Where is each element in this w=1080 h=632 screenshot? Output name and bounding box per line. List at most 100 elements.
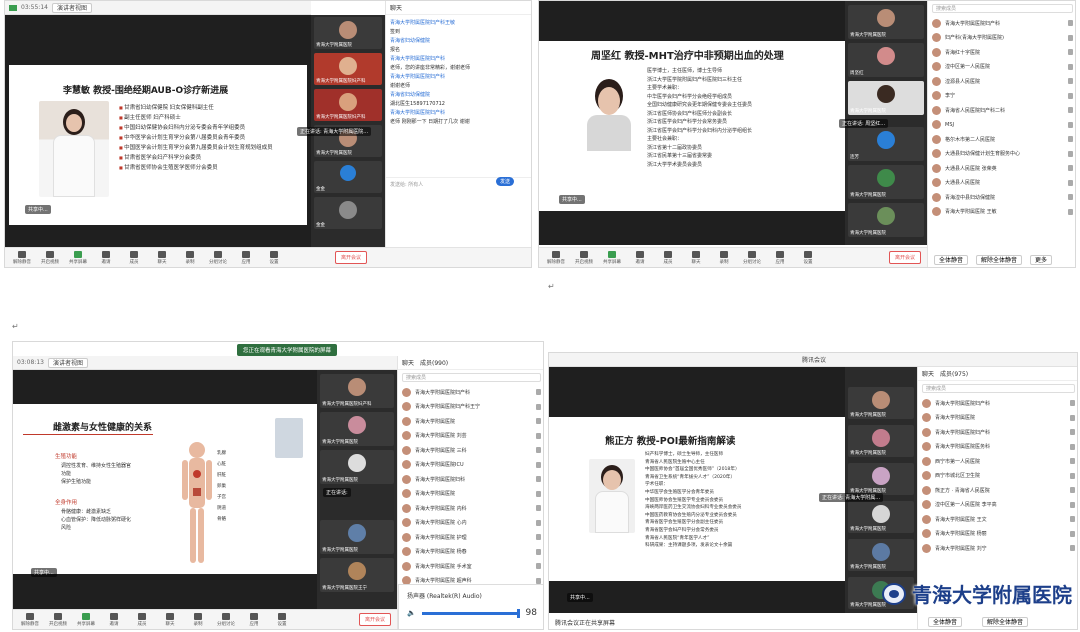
video-tile[interactable]: 青海大学附属医院妇产科 xyxy=(314,53,382,85)
member-row[interactable]: 妇产科(青海大学附属医院) xyxy=(928,31,1075,46)
invite-button[interactable]: 邀请 xyxy=(629,250,651,265)
member-search-input[interactable]: 搜索成员 xyxy=(402,373,541,382)
breakout-button[interactable]: 分组讨论 xyxy=(741,250,763,265)
mute-all-button[interactable]: 全体静音 xyxy=(934,255,969,265)
leave-meeting-button[interactable]: 离开会议 xyxy=(888,251,921,264)
mute-button[interactable]: 解除静音 xyxy=(11,250,33,265)
member-search-input[interactable]: 搜索成员 xyxy=(932,4,1073,13)
mute-all-button[interactable]: 全体静音 xyxy=(928,617,963,627)
video-tile[interactable]: 金金 xyxy=(314,161,382,193)
invite-button[interactable]: 邀请 xyxy=(95,250,117,265)
apps-button[interactable]: 应用 xyxy=(243,612,265,627)
member-row[interactable]: 大通县人民医院 xyxy=(928,176,1075,191)
invite-button[interactable]: 邀请 xyxy=(103,612,125,627)
member-row[interactable]: 青海大学附属医院 心内 xyxy=(398,516,543,531)
video-button[interactable]: 开启视频 xyxy=(47,612,69,627)
video-tile[interactable]: 青海大学附属医院 xyxy=(848,463,914,495)
video-button[interactable]: 开启视频 xyxy=(39,250,61,265)
member-row[interactable]: 李宁 xyxy=(928,89,1075,104)
member-row[interactable]: 青海大学附属医院妇产科 xyxy=(398,385,543,400)
member-row[interactable]: 青海红十字医院 xyxy=(928,45,1075,60)
member-row[interactable]: 青海大学附属医院 手术室 xyxy=(398,559,543,574)
member-row[interactable]: 西宁市第一人民医院 xyxy=(918,454,1077,469)
member-row[interactable]: 湟中区第一人民医院 xyxy=(928,60,1075,75)
send-button[interactable]: 发送 xyxy=(496,177,515,186)
member-search-input[interactable]: 搜索成员 xyxy=(922,384,1075,393)
member-row[interactable]: 青海湟中县妇幼保健院 xyxy=(928,190,1075,205)
apps-button[interactable]: 应用 xyxy=(235,250,257,265)
members-button[interactable]: 成员 xyxy=(123,250,145,265)
members-button[interactable]: 成员 xyxy=(131,612,153,627)
breakout-button[interactable]: 分组讨论 xyxy=(215,612,237,627)
share-button[interactable]: 共享屏幕 xyxy=(67,250,89,265)
breakout-button[interactable]: 分组讨论 xyxy=(207,250,229,265)
member-row[interactable]: 青海大学附属医院妇产科 xyxy=(918,425,1077,440)
member-row[interactable]: 青海大学附属医院 xyxy=(398,487,543,502)
member-row[interactable]: 青海大学附属医院 三科 xyxy=(398,443,543,458)
video-tile[interactable]: 青海大学附属医院 xyxy=(848,501,914,533)
chat-button[interactable]: 聊天 xyxy=(151,250,173,265)
video-tile[interactable]: 青海大学附属医院 xyxy=(848,165,924,199)
record-button[interactable]: 录制 xyxy=(713,250,735,265)
view-toggle-button[interactable]: 演讲者视图 xyxy=(47,357,88,368)
member-row[interactable]: 湟源县人民医院 xyxy=(928,74,1075,89)
video-tile[interactable]: 青海大学附属医院 xyxy=(848,425,914,457)
chat-tab[interactable]: 聊天 xyxy=(922,369,934,378)
member-row[interactable]: 青海大学附属医院 杨春 xyxy=(398,545,543,560)
member-row[interactable]: 青海大学附属医院妇产科王宁 xyxy=(398,400,543,415)
member-row[interactable]: 青海大学附属医院 刘宁 xyxy=(918,541,1077,556)
video-tile[interactable]: 连芳 xyxy=(848,127,924,161)
video-tile[interactable]: 青海大学附属医院 xyxy=(848,203,924,237)
member-row[interactable]: 青海大学附属医院 护理 xyxy=(398,530,543,545)
share-button[interactable]: 共享屏幕 xyxy=(601,250,623,265)
settings-button[interactable]: 设置 xyxy=(797,250,819,265)
member-row[interactable]: 大通县人民医院 张荣英 xyxy=(928,161,1075,176)
mute-button[interactable]: 解除静音 xyxy=(545,250,567,265)
member-row[interactable]: 青海大学附属医院妇产科 xyxy=(918,396,1077,411)
share-button[interactable]: 共享屏幕 xyxy=(75,612,97,627)
member-row[interactable]: 西宁市城北区卫生院 xyxy=(918,469,1077,484)
member-row[interactable]: 青海大学附属医院 杨丽 xyxy=(918,527,1077,542)
member-row[interactable]: 湟中区第一人民医院 李平高 xyxy=(918,498,1077,513)
video-tile[interactable]: 青海大学附属医院 xyxy=(848,387,914,419)
mute-button[interactable]: 解除静音 xyxy=(19,612,41,627)
chat-button[interactable]: 聊天 xyxy=(159,612,181,627)
member-row[interactable]: 青海大学附属医院妇科 xyxy=(398,472,543,487)
record-button[interactable]: 录制 xyxy=(179,250,201,265)
video-tile[interactable]: 青海大学附属医院 xyxy=(320,450,394,484)
member-row[interactable]: 青海大学附属医院 xyxy=(918,411,1077,426)
volume-slider[interactable] xyxy=(421,608,520,618)
unmute-all-button[interactable]: 解除全体静音 xyxy=(982,617,1029,627)
settings-button[interactable]: 设置 xyxy=(271,612,293,627)
view-toggle-button[interactable]: 演讲者视图 xyxy=(51,2,92,13)
video-tile[interactable]: 周坚红 xyxy=(848,43,924,77)
members-button[interactable]: 成员 xyxy=(657,250,679,265)
video-tile[interactable]: 青海大学附属医院 xyxy=(848,539,914,571)
chat-button[interactable]: 聊天 xyxy=(685,250,707,265)
settings-button[interactable]: 设置 xyxy=(263,250,285,265)
more-button[interactable]: 更多 xyxy=(1030,255,1053,265)
video-button[interactable]: 开启视频 xyxy=(573,250,595,265)
member-row[interactable]: 青海大学附属医院ICU xyxy=(398,458,543,473)
chat-tab[interactable]: 聊天 xyxy=(390,3,402,12)
leave-meeting-button[interactable]: 离开会议 xyxy=(358,613,391,626)
video-tile[interactable]: 青海大学附属医院王宁 xyxy=(320,558,394,592)
member-row[interactable]: 青海省人民医院妇产科二科 xyxy=(928,103,1075,118)
apps-button[interactable]: 应用 xyxy=(769,250,791,265)
chat-tab[interactable]: 聊天 xyxy=(402,358,414,367)
video-tile[interactable]: 青海大学附属医院 xyxy=(320,412,394,446)
video-tile[interactable]: 青海大学附属医院 xyxy=(314,17,382,49)
leave-meeting-button[interactable]: 离开会议 xyxy=(334,251,367,264)
member-row[interactable]: 青海大学附属医院 王敏 xyxy=(928,205,1075,220)
members-tab[interactable]: 成员(990) xyxy=(420,358,448,367)
members-tab[interactable]: 成员(975) xyxy=(940,369,968,378)
video-tile[interactable]: 金金 xyxy=(314,197,382,229)
member-row[interactable]: 青海大学附属医院医务科 xyxy=(918,440,1077,455)
video-tile[interactable]: 青海大学附属医院妇产科 xyxy=(320,374,394,408)
video-tile[interactable]: 青海大学附属医院妇产科 xyxy=(314,89,382,121)
member-row[interactable]: 青海大学附属医院 内科 xyxy=(398,501,543,516)
member-row[interactable]: 熊正方 · 青海省人民医院 xyxy=(918,483,1077,498)
member-row[interactable]: 大通县妇幼保健计划生育服务中心 xyxy=(928,147,1075,162)
unmute-all-button[interactable]: 解除全体静音 xyxy=(976,255,1023,265)
member-row[interactable]: 青海大学附属医院 王文 xyxy=(918,512,1077,527)
